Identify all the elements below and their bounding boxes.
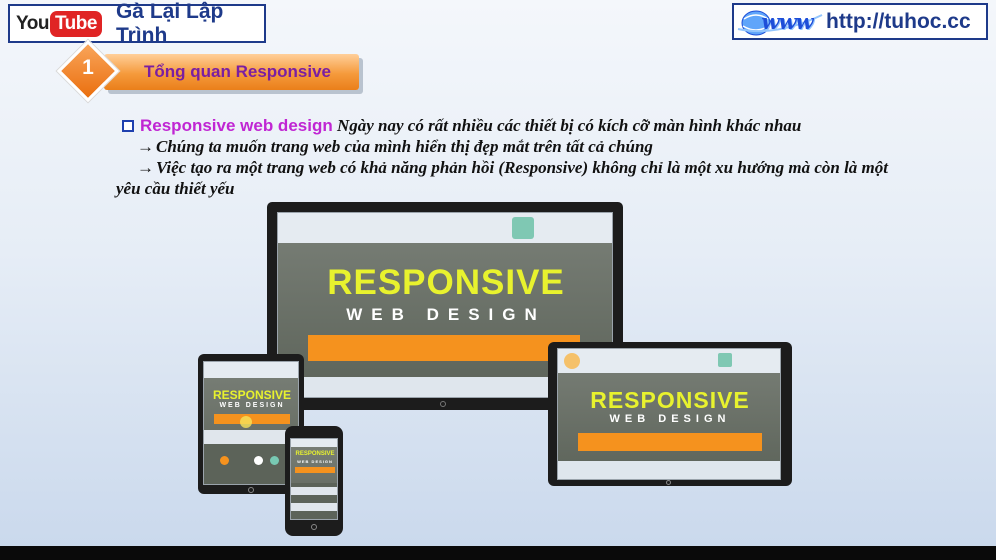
intro-text: Ngày nay có rất nhiều các thiết bị có kí… — [336, 116, 802, 135]
content-text: Responsive web design Ngày nay có rất nh… — [116, 115, 978, 199]
section-title: Tổng quan Responsive — [144, 62, 332, 81]
term-label: Responsive web design — [140, 116, 333, 135]
phone-responsive-text: RESPONSIVE — [295, 451, 335, 457]
point-text-2-cont: yêu cầu thiết yếu — [116, 179, 235, 198]
tablet-landscape-responsive-text: RESPONSIVE — [590, 387, 750, 413]
phone-device: RESPONSIVE WEB DESIGN — [285, 426, 343, 536]
point-text-2: Việc tạo ra một trang web có khả năng ph… — [156, 158, 888, 177]
intro-line: Responsive web design Ngày nay có rất nh… — [118, 115, 978, 136]
youtube-logo-tube: Tube — [49, 10, 102, 37]
www-globe-icon: www — [736, 7, 824, 37]
website-url[interactable]: http://tuhoc.cc — [826, 10, 971, 34]
point-line-1: → Chúng ta muốn trang web của mình hiển t… — [118, 136, 978, 157]
tablet-responsive-text: RESPONSIVE — [212, 388, 292, 402]
tablet-landscape-device: RESPONSIVE WEB DESIGN — [548, 342, 792, 486]
phone-screen: RESPONSIVE WEB DESIGN — [290, 438, 338, 520]
bottom-bar — [0, 546, 996, 560]
www-text: www — [761, 9, 813, 34]
section-heading: Tổng quan Responsive 1 — [56, 39, 370, 103]
checkbox-bullet-icon — [122, 120, 134, 132]
channel-name: Gà Lại Lập Trình — [115, 0, 224, 47]
arrow-icon: → — [137, 137, 154, 156]
section-title-bar: Tổng quan Responsive — [104, 54, 359, 90]
point-line-2-cont: yêu cầu thiết yếu — [116, 178, 978, 199]
tablet-landscape-webdesign-text: WEB DESIGN — [609, 413, 731, 425]
point-line-2: → Việc tạo ra một trang web có khả năng p… — [118, 157, 978, 178]
phone-webdesign-text: WEB DESIGN — [297, 459, 333, 464]
tablet-webdesign-text: WEB DESIGN — [219, 402, 285, 409]
point-text-1: Chúng ta muốn trang web của mình hiển th… — [156, 137, 653, 156]
tablet-landscape-screen: RESPONSIVE WEB DESIGN — [557, 348, 781, 480]
monitor-webdesign-text: WEB DESIGN — [346, 305, 546, 324]
monitor-responsive-text: RESPONSIVE — [327, 263, 565, 302]
youtube-logo-you: You — [16, 12, 49, 34]
responsive-devices-illustration: RESPONSIVE WEB DESIGN RESPONSIVE WEB DES… — [195, 200, 795, 536]
website-header: www http://tuhoc.cc — [732, 3, 988, 40]
section-number: 1 — [82, 56, 94, 79]
channel-header: You Tube Gà Lại Lập Trình — [8, 0, 266, 47]
arrow-icon: → — [137, 158, 154, 177]
